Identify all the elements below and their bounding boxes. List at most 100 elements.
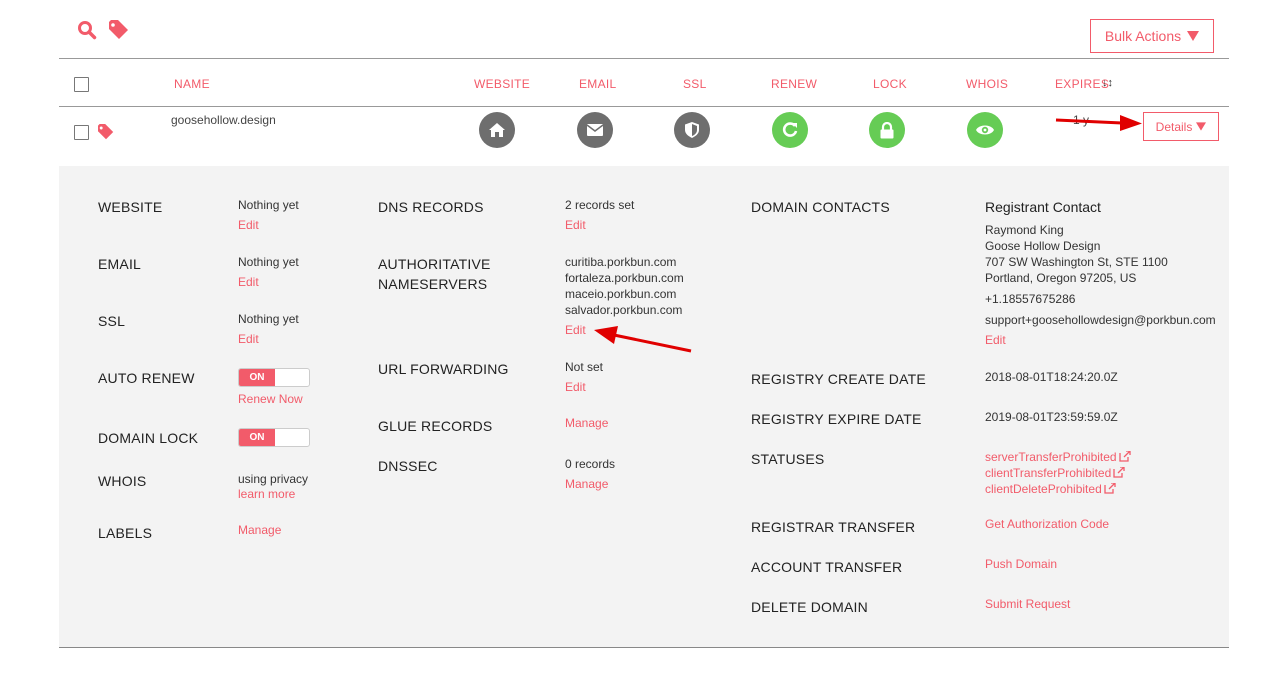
website-status-button[interactable]	[479, 112, 515, 148]
contact-email: support+goosehollowdesign@porkbun.com	[985, 313, 1216, 327]
learn-more-link[interactable]: learn more	[238, 487, 295, 501]
caret-down-icon	[1196, 122, 1207, 131]
status-link[interactable]: clientTransferProhibited	[985, 465, 1125, 481]
contact-address2: Portland, Oregon 97205, US	[985, 271, 1137, 285]
contact-name: Raymond King	[985, 223, 1064, 237]
dnssec-manage-link[interactable]: Manage	[565, 477, 608, 491]
auto-renew-label: AUTO RENEW	[98, 370, 195, 386]
dns-edit-link[interactable]: Edit	[565, 218, 586, 232]
url-forwarding-label: URL FORWARDING	[378, 361, 509, 377]
statuses-label: STATUSES	[751, 451, 825, 467]
url-forwarding-value: Not set	[565, 360, 604, 374]
lock-status-button[interactable]	[869, 112, 905, 148]
ssl-label: SSL	[98, 313, 126, 329]
domain-lock-toggle[interactable]: ON	[238, 428, 310, 447]
nameserver-item: salvador.porkbun.com	[565, 303, 683, 317]
glue-records-label: GLUE RECORDS	[378, 418, 493, 434]
dnssec-value: 0 records	[565, 457, 616, 471]
annotation-arrow	[1055, 115, 1142, 131]
domain-name[interactable]: goosehollow.design	[171, 113, 276, 127]
sort-icon[interactable]: ↓↕	[1102, 77, 1113, 89]
whois-label: WHOIS	[98, 473, 147, 489]
contacts-edit-link[interactable]: Edit	[985, 333, 1006, 347]
whois-status-button[interactable]	[967, 112, 1003, 148]
labels-label: LABELS	[98, 525, 153, 541]
whois-value: using privacy	[238, 472, 309, 486]
divider	[59, 106, 1229, 107]
select-all-checkbox[interactable]	[74, 77, 89, 92]
status-text: serverTransferProhibited	[985, 450, 1117, 464]
tag-icon[interactable]	[97, 124, 115, 140]
col-header-lock[interactable]: LOCK	[873, 77, 907, 91]
email-value: Nothing yet	[238, 255, 299, 269]
divider	[59, 58, 1229, 59]
ssl-status-button[interactable]	[674, 112, 710, 148]
delete-domain-label: DELETE DOMAIN	[751, 599, 868, 615]
col-header-email[interactable]: EMAIL	[579, 77, 617, 91]
col-header-renew[interactable]: RENEW	[771, 77, 817, 91]
eye-icon	[976, 125, 994, 135]
push-domain-link[interactable]: Push Domain	[985, 557, 1057, 571]
external-link-icon	[1118, 451, 1131, 462]
col-header-expires[interactable]: EXPIRES	[1055, 77, 1109, 91]
renew-status-button[interactable]	[772, 112, 808, 148]
col-header-name[interactable]: NAME	[174, 77, 210, 91]
details-label: Details	[1155, 119, 1193, 134]
nameserver-item: fortaleza.porkbun.com	[565, 271, 684, 285]
domain-contacts-label: DOMAIN CONTACTS	[751, 199, 890, 215]
tag-icon[interactable]	[108, 20, 130, 40]
nameservers-edit-link[interactable]: Edit	[565, 323, 586, 337]
col-header-website[interactable]: WEBSITE	[474, 77, 530, 91]
bulk-actions-button[interactable]: Bulk Actions	[1090, 19, 1214, 53]
divider	[59, 647, 1229, 648]
labels-manage-link[interactable]: Manage	[238, 523, 281, 537]
glue-manage-link[interactable]: Manage	[565, 416, 608, 430]
status-text: clientTransferProhibited	[985, 466, 1112, 480]
website-value: Nothing yet	[238, 198, 299, 212]
status-text: clientDeleteProhibited	[985, 482, 1102, 496]
website-label: WEBSITE	[98, 199, 163, 215]
details-button[interactable]: Details	[1143, 112, 1219, 141]
ssl-edit-link[interactable]: Edit	[238, 332, 259, 346]
envelope-icon	[587, 124, 603, 136]
dns-records-label: DNS RECORDS	[378, 199, 484, 215]
account-transfer-label: ACCOUNT TRANSFER	[751, 559, 903, 575]
contact-address1: 707 SW Washington St, STE 1100	[985, 255, 1168, 269]
email-label: EMAIL	[98, 256, 142, 272]
nameserver-item: maceio.porkbun.com	[565, 287, 677, 301]
nameserver-item: curitiba.porkbun.com	[565, 255, 677, 269]
nameservers-label-line1: AUTHORITATIVE	[378, 256, 491, 272]
home-icon	[489, 123, 505, 137]
contact-org: Goose Hollow Design	[985, 239, 1101, 253]
registrar-transfer-label: REGISTRAR TRANSFER	[751, 519, 916, 535]
external-link-icon	[1104, 483, 1116, 494]
website-edit-link[interactable]: Edit	[238, 218, 259, 232]
status-link[interactable]: serverTransferProhibited	[985, 449, 1131, 465]
refresh-icon	[782, 122, 798, 137]
email-edit-link[interactable]: Edit	[238, 275, 259, 289]
contact-phone: +1.18557675286	[985, 292, 1076, 306]
auto-renew-toggle[interactable]: ON	[238, 368, 310, 387]
col-header-ssl[interactable]: SSL	[683, 77, 707, 91]
lock-icon	[880, 121, 894, 138]
shield-icon	[685, 122, 699, 138]
registry-create-date-label: REGISTRY CREATE DATE	[751, 371, 926, 387]
email-status-button[interactable]	[577, 112, 613, 148]
status-link[interactable]: clientDeleteProhibited	[985, 481, 1116, 497]
ssl-value: Nothing yet	[238, 312, 299, 326]
caret-down-icon	[1187, 31, 1200, 41]
domain-lock-label: DOMAIN LOCK	[98, 430, 199, 446]
annotation-arrow	[594, 326, 692, 353]
renew-now-link[interactable]: Renew Now	[238, 392, 303, 406]
registrant-contact-title: Registrant Contact	[985, 199, 1101, 215]
search-icon[interactable]	[77, 20, 97, 40]
registry-create-date-value: 2018-08-01T18:24:20.0Z	[985, 370, 1118, 384]
col-header-whois[interactable]: WHOIS	[966, 77, 1008, 91]
get-auth-code-link[interactable]: Get Authorization Code	[985, 517, 1109, 531]
row-checkbox[interactable]	[74, 125, 89, 140]
external-link-icon	[1113, 467, 1125, 478]
url-forwarding-edit-link[interactable]: Edit	[565, 380, 586, 394]
dnssec-label: DNSSEC	[378, 458, 438, 474]
submit-request-link[interactable]: Submit Request	[985, 597, 1070, 611]
bulk-actions-label: Bulk Actions	[1104, 28, 1182, 44]
